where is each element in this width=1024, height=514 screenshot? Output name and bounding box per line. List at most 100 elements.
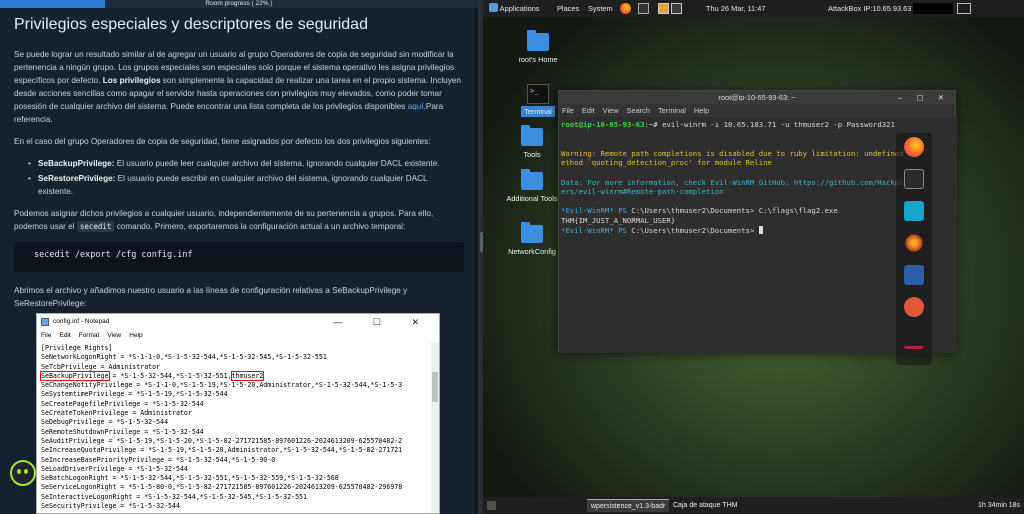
paragraph-secedit: Podemos asignar dichos privilegios a cua… [14, 207, 464, 233]
config-line: SeCreatePagefilePrivilege = *S-1-5-32-54… [41, 399, 204, 408]
window-buttons: — ☐ ✕ [333, 317, 433, 327]
redacted-box [913, 3, 953, 14]
folder-icon [521, 125, 543, 146]
winrm-prompt: *Evil-WinRM* PS [561, 206, 632, 216]
privilege-name: SeBackupPrivilege: [38, 159, 115, 168]
firefox-icon[interactable] [904, 137, 924, 157]
notepad-text: [Privilege Rights] SeNetworkLogonRight = … [37, 342, 439, 513]
applications-icon [489, 3, 498, 12]
menu-edit[interactable]: Edit [582, 106, 595, 115]
prompt-path: C:\Users\thmuser2\Documents> [631, 206, 755, 216]
metasploit-icon[interactable] [904, 265, 924, 285]
config-line: SeInteractiveLogonRight = *S-1-5-32-544,… [41, 492, 307, 501]
show-desktop-icon[interactable] [487, 501, 496, 510]
menu-view: View [107, 332, 122, 339]
terminal-launcher-icon[interactable] [638, 3, 649, 14]
menu-terminal[interactable]: Terminal [658, 106, 686, 115]
firefox-launcher-icon[interactable] [620, 3, 631, 14]
config-line: SeAuditPrivilege = *S-1-5-19,*S-1-5-20,*… [41, 436, 403, 445]
copy-ip-icon[interactable] [957, 3, 971, 14]
burpsuite-icon[interactable] [904, 201, 924, 221]
clock[interactable]: Thu 26 Mar, 11:47 [706, 0, 765, 17]
room-content-pane: Room progress ( 22% ) Privilegios especi… [0, 0, 478, 514]
taskbar-item-attackbox[interactable]: Caja de ataque THM [669, 499, 741, 512]
files-launcher-icon[interactable] [658, 3, 669, 14]
highlight-username: thmuser2 [230, 370, 265, 381]
config-line: [Privilege Rights] [41, 344, 113, 352]
places-menu[interactable]: Places [557, 0, 579, 17]
code-block[interactable]: secedit /export /cfg config.inf [14, 242, 464, 272]
menu-view[interactable]: View [603, 106, 619, 115]
desktop-icon-additional-tools[interactable]: Additional Tools [497, 169, 567, 203]
config-line: SeLoadDriverPrivilege = *S-1-5-32-544 [41, 464, 188, 473]
command-text: C:\flags\flag2.exe [754, 206, 838, 216]
highlight-privilege: SeBackupPrivilege [40, 370, 110, 381]
terminal-titlebar[interactable]: root@ip-10-65-93-63: ~ – ▢ ✕ [559, 91, 955, 104]
tryhackme-assistant-icon[interactable] [10, 460, 36, 486]
icon-label: Additional Tools [506, 194, 558, 203]
taskbar-item-room[interactable]: wpersistence_v1.3-badr [587, 499, 670, 512]
terminal-icon: >_ [527, 84, 549, 104]
config-line: SeSecurityPrivilege = *S-1-5-32-544 [41, 502, 180, 511]
room-progress-label: Room progress ( 22% ) [205, 0, 273, 7]
terminal-title: root@ip-10-65-93-63: ~ [718, 93, 796, 102]
scanner-icon[interactable] [904, 233, 924, 253]
paragraph-add-user: Abrimos el archivo y añadimos nuestro us… [14, 286, 408, 308]
applications-menu[interactable]: Applications [489, 0, 540, 17]
config-line: SeTcbPrivilege = Administrator [41, 362, 161, 371]
desktop-icon-tools[interactable]: Tools [497, 125, 567, 159]
paragraph-backup-operators: En el caso del grupo Operadores de copia… [14, 137, 431, 146]
paragraph-privileges: Se puede lograr un resultado similar al … [14, 48, 464, 126]
terminal-menubar: File Edit View Search Terminal Help [559, 104, 955, 117]
folder-icon [527, 30, 549, 51]
privileges-link[interactable]: aquí [408, 102, 424, 111]
editor-launcher-icon[interactable] [671, 3, 682, 14]
notepad-icon [41, 318, 49, 326]
applications-label: Applications [499, 4, 540, 13]
postman-icon[interactable] [904, 297, 924, 317]
menu-help: Help [129, 332, 143, 339]
config-line: SeNetworkLogonRight = *S-1-1-0,*S-1-5-32… [41, 353, 327, 362]
menu-edit: Edit [59, 332, 71, 339]
config-line-text: = *S-1-5-32-544,*S-1-5-32-551, [108, 371, 232, 380]
notepad-titlebar: config.inf - Notepad — ☐ ✕ [37, 314, 439, 330]
config-line: SeChangeNotifyPrivilege = *S-1-1-0,*S-1-… [41, 381, 403, 390]
room-progress-bar: Room progress ( 22% ) [0, 0, 478, 8]
config-line: SeIncreaseQuotaPrivilege = *S-1-5-19,*S-… [41, 446, 403, 455]
window-controls[interactable]: – ▢ ✕ [898, 91, 950, 104]
folder-icon [521, 169, 543, 190]
config-line: SeCreateTokenPrivilege = Administrator [41, 409, 192, 418]
command-text: evil-winrm -i 10.65.183.71 -u thmuser2 -… [662, 120, 895, 129]
menu-file: File [41, 332, 52, 339]
folder-icon [521, 222, 543, 243]
session-timer: 1h 34min 18s [977, 502, 1020, 509]
desktop-icon-home[interactable]: root's Home [503, 30, 573, 64]
text-cursor [758, 225, 763, 234]
terminal-icon[interactable] [904, 169, 924, 189]
icon-label: Terminal [521, 106, 555, 117]
notepad-menubar: File Edit Format View Help [37, 330, 439, 342]
config-line-backup-highlighted: SeBackupPrivilege = *S-1-5-32-544,*S-1-5… [40, 370, 435, 381]
privilege-list: SeBackupPrivilege: El usuario puede leer… [28, 157, 464, 198]
system-menu[interactable]: System [588, 0, 613, 17]
desktop-icon-networkconfig[interactable]: NetworkConfig [497, 222, 567, 256]
menu-file[interactable]: File [562, 106, 574, 115]
icon-label: root's Home [518, 55, 558, 64]
menu-search[interactable]: Search [627, 106, 650, 115]
dragon-icon[interactable] [904, 329, 924, 349]
menu-help[interactable]: Help [694, 106, 709, 115]
config-line: SeDebugPrivilege = *S-1-5-32-544 [41, 418, 169, 427]
config-line: SeServiceLogonRight = *S-1-5-80-0,*S-1-5… [41, 483, 403, 492]
notepad-scrollbar [431, 342, 439, 513]
paragraph-text: comando. Primero, exportaremos la config… [114, 222, 406, 231]
bottom-taskbar: wpersistence_v1.3-badr Caja de ataque TH… [483, 497, 1024, 514]
config-line: SeIncreaseBasePriorityPrivilege = *S-1-5… [41, 455, 276, 464]
paragraph-bold: Los privilegios [102, 76, 161, 85]
shell-prompt: root@ip-10-65-93-63 [561, 120, 645, 129]
privilege-name: SeRestorePrivilege: [38, 174, 116, 183]
prompt-path: C:\Users\thmuser2\Documents> [631, 225, 755, 235]
list-item: SeBackupPrivilege: El usuario puede leer… [28, 157, 464, 170]
notepad-title: config.inf - Notepad [53, 318, 110, 325]
icon-label: Tools [523, 150, 541, 159]
list-item: SeRestorePrivilege: El usuario puede esc… [28, 172, 464, 198]
